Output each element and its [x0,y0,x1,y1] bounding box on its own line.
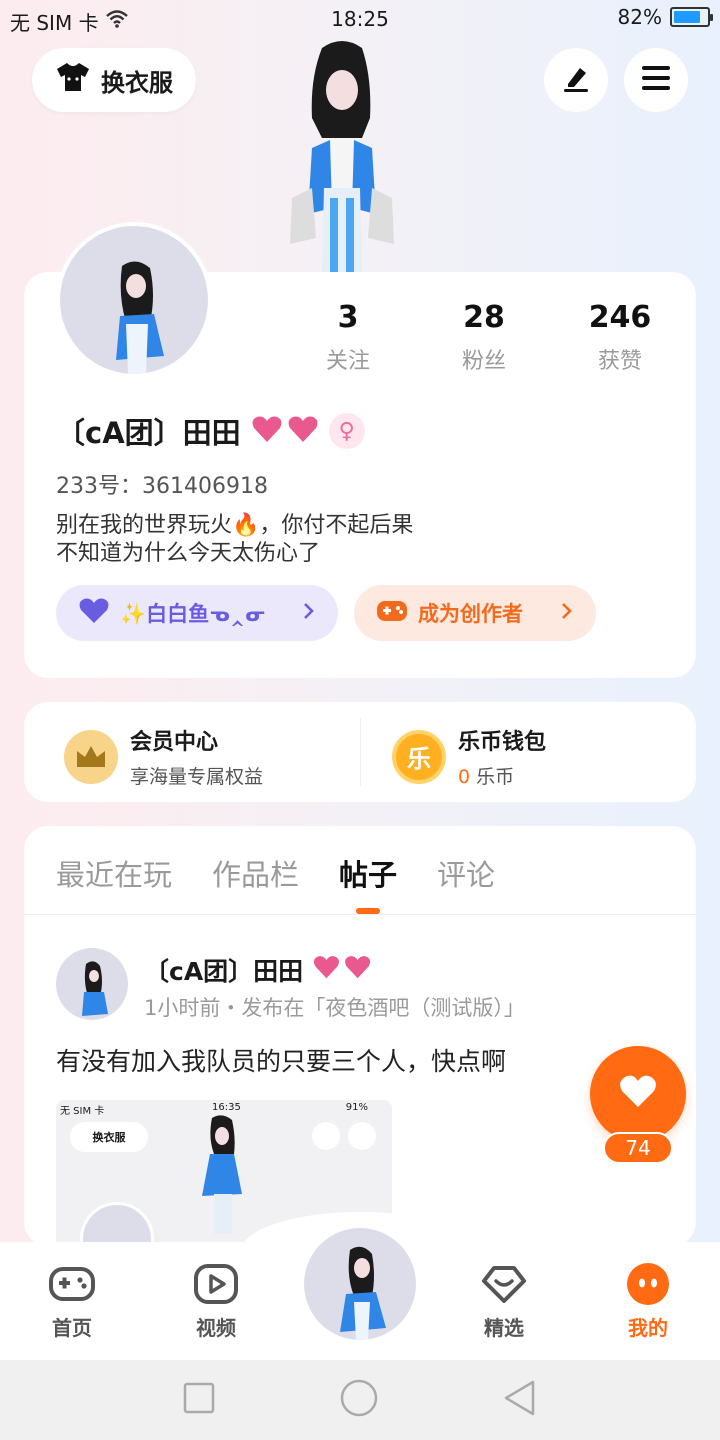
nav-home-label: 首页 [52,1316,92,1340]
followers-stat[interactable]: 28 粉丝 [416,300,552,375]
thumb-menu-button [348,1122,376,1150]
change-outfit-label: 换衣服 [101,68,173,97]
thumb-avatar-figure [202,1115,242,1234]
likes-count: 246 [588,300,652,335]
followers-count: 28 [463,300,505,335]
bio-line-2: 不知道为什么今天太伤心了 [56,541,321,566]
nav-home[interactable]: 首页 [22,1262,122,1341]
nav-featured[interactable]: 精选 [454,1262,554,1341]
nav-center-avatar[interactable] [304,1228,416,1340]
name-row: 〔cA团〕田田 ♀ [56,410,365,452]
hamburger-menu-icon [640,64,672,96]
face-icon [598,1262,698,1306]
tab-divider [24,914,696,915]
heart-icon [251,414,319,448]
profile-bio: 别在我的世界玩火🔥，你付不起后果 不知道为什么今天太伤心了 [56,512,413,568]
tab-posts[interactable]: 帖子 [339,852,397,894]
tab-comments[interactable]: 评论 [437,852,495,894]
become-creator-label: 成为创作者 [418,602,523,626]
likes-label: 获赞 [597,349,642,374]
member-center-title: 会员中心 [130,730,219,755]
heart-diamond-icon [454,1262,554,1306]
coin-balance: 0 乐币 [458,762,546,789]
gamepad-icon [22,1262,122,1306]
battery-fill [674,11,701,23]
video-play-icon [166,1262,266,1306]
post-meta: 1小时前・发布在「夜色酒吧（测试版）」 [144,996,525,1020]
user-id: 233号：361406918 [56,474,268,499]
female-gender-icon: ♀ [328,413,365,449]
tab-recently-played[interactable]: 最近在玩 [56,852,172,894]
heart-icon [312,956,372,986]
like-button[interactable] [590,1046,686,1142]
bio-line-1: 别在我的世界玩火🔥，你付不起后果 [56,513,414,538]
post-text[interactable]: 有没有加入我队员的只要三个人，快点啊 [56,1042,506,1078]
nav-video[interactable]: 视频 [166,1262,266,1341]
nav-mine-label: 我的 [628,1316,668,1340]
status-right: 82% [617,5,713,29]
fan-club-button[interactable]: ✨白白鱼ᓀ‸ᓂ [56,585,338,641]
become-creator-button[interactable]: 成为创作者 [354,585,596,641]
nav-featured-label: 精选 [484,1316,524,1340]
back-triangle-icon[interactable] [503,1380,537,1420]
profile-name: 〔cA团〕田田 [56,416,241,450]
edit-profile-button[interactable] [544,48,608,112]
member-center-entry[interactable]: 会员中心 享海量专属权益 [64,724,263,789]
menu-button[interactable] [624,48,688,112]
like-count: 74 [603,1132,673,1164]
thumb-time: 16:35 [212,1102,241,1113]
nav-mine[interactable]: 我的 [598,1262,698,1341]
following-count: 3 [337,300,359,335]
tshirt-icon [55,61,91,99]
coin-amount: 0 [458,766,471,788]
post-author-avatar[interactable] [56,948,128,1020]
divider [360,718,361,786]
thumb-carrier: 无 SIM 卡 [60,1106,105,1117]
thumb-edit-button [312,1122,340,1150]
likes-stat[interactable]: 246 获赞 [552,300,688,375]
following-stat[interactable]: 3 关注 [280,300,416,375]
recent-apps-icon[interactable] [183,1382,215,1418]
change-outfit-button[interactable]: 换衣服 [32,48,196,112]
nav-video-label: 视频 [196,1316,236,1340]
member-center-subtitle: 享海量专属权益 [130,766,264,788]
thumb-profile-avatar [80,1202,154,1246]
thumb-outfit-label: 换衣服 [92,1131,126,1144]
gamepad-icon [376,598,408,629]
heart-icon [618,1074,658,1114]
clock: 18:25 [331,7,389,31]
chevron-right-icon [560,601,574,626]
chevron-right-icon [302,601,316,626]
content-tabs: 最近在玩 作品栏 帖子 评论 [56,852,495,894]
coin-wallet-entry[interactable]: 乐 乐币钱包 0 乐币 [392,724,546,789]
post-author-name-text: 〔cA团〕田田 [144,957,304,986]
followers-label: 粉丝 [461,349,506,374]
thumb-battery: 91% [345,1102,368,1113]
following-label: 关注 [325,349,370,374]
coin-icon: 乐 [392,729,446,784]
coin-unit: 乐币 [476,766,515,788]
home-circle-icon[interactable] [340,1379,378,1421]
profile-avatar[interactable] [56,222,212,378]
system-navigation-bar [0,1360,720,1440]
pencil-icon [560,62,592,98]
fan-club-label: ✨白白鱼ᓀ‸ᓂ [120,602,267,626]
battery-percent: 82% [617,5,662,29]
avatar-character-figure[interactable] [272,38,412,274]
battery-icon [670,7,713,27]
profile-stats: 3 关注 28 粉丝 246 获赞 [280,300,688,375]
coin-wallet-title: 乐币钱包 [458,730,547,755]
feed-card: 最近在玩 作品栏 帖子 评论 〔cA团〕田田 1小时前・发布在「夜色酒吧（测试版… [24,826,696,1246]
post-author-name[interactable]: 〔cA团〕田田 [144,952,372,988]
crown-icon [64,729,118,784]
thumb-outfit-button: 换衣服 [70,1122,148,1152]
member-wallet-card: 会员中心 享海量专属权益 乐 乐币钱包 0 乐币 [24,702,696,802]
purple-heart-icon [78,597,110,630]
tab-works[interactable]: 作品栏 [212,852,299,894]
status-bar: 无 SIM 卡 18:25 82% [0,0,720,38]
